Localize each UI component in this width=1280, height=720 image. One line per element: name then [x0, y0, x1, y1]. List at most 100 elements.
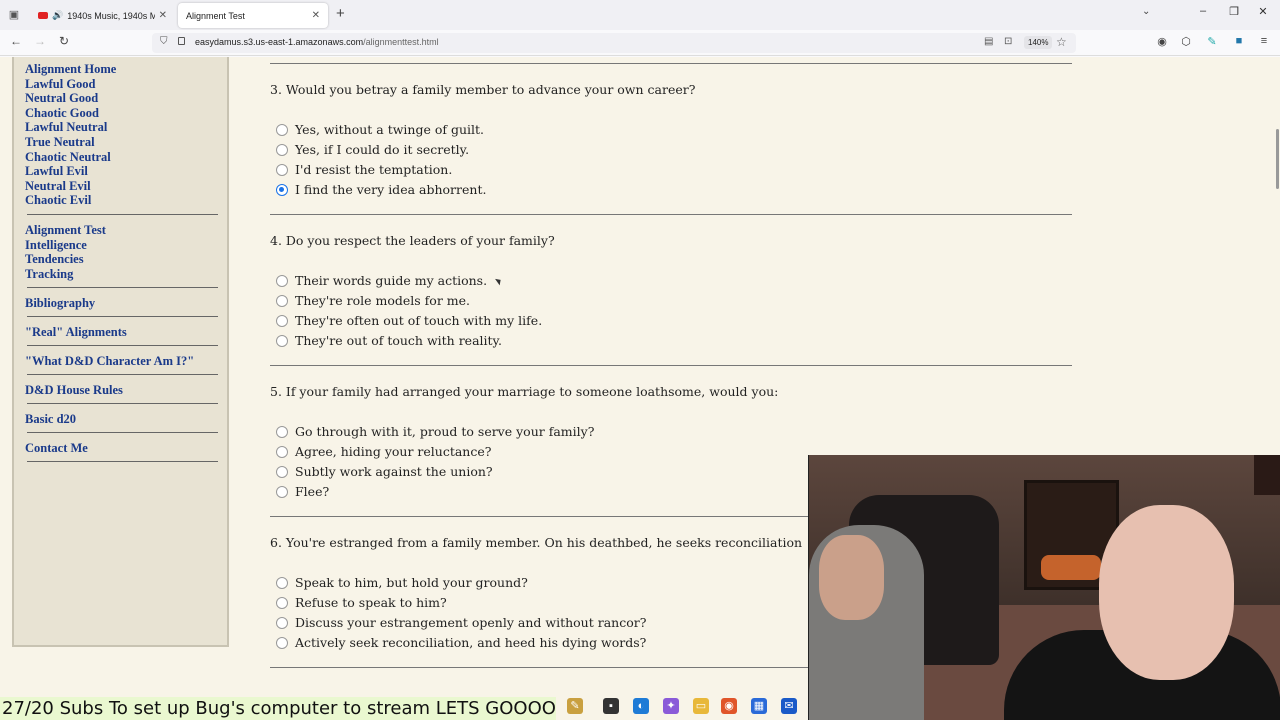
question-5-option-3[interactable]: Subtly work against the union? — [276, 464, 493, 479]
sidebar-item-house-rules[interactable]: D&D House Rules — [25, 383, 217, 398]
radio-button[interactable] — [276, 314, 288, 327]
tab-music[interactable]: 🔊 1940s Music, 1940s Music Hits ✕ — [30, 3, 175, 28]
window-close-icon[interactable]: ✕ — [1253, 5, 1273, 18]
speaker-icon[interactable]: 🔊 — [52, 10, 63, 21]
lock-icon[interactable] — [178, 37, 185, 45]
radio-button[interactable] — [276, 465, 288, 478]
folder-icon[interactable]: ▭ — [693, 698, 709, 714]
minimize-icon[interactable]: – — [1193, 5, 1213, 17]
question-5-option-4[interactable]: Flee? — [276, 484, 329, 499]
sidebar-item-neutral-good[interactable]: Neutral Good — [25, 91, 217, 106]
question-3-option-3[interactable]: I'd resist the temptation. — [276, 162, 452, 177]
question-4-option-2[interactable]: They're role models for me. — [276, 293, 470, 308]
radio-button[interactable] — [276, 143, 288, 156]
tab-alignment-test[interactable]: Alignment Test ✕ — [178, 3, 328, 28]
radio-button[interactable] — [276, 636, 288, 649]
tab-title: Alignment Test — [186, 10, 245, 21]
radio-button[interactable] — [276, 576, 288, 589]
menu-icon[interactable]: ≡ — [1256, 35, 1272, 47]
radio-button[interactable] — [276, 425, 288, 438]
edge-icon[interactable]: ◐ — [633, 698, 649, 714]
question-3-option-1[interactable]: Yes, without a twinge of guilt. — [276, 122, 484, 137]
radio-button[interactable] — [276, 445, 288, 458]
radio-button[interactable] — [276, 485, 288, 498]
sidebar-item-bibliography[interactable]: Bibliography — [25, 296, 217, 311]
firefox-icon[interactable]: ◉ — [721, 698, 737, 714]
sidebar-item-basic-d20[interactable]: Basic d20 — [25, 412, 217, 427]
sidebar-item-alignment-test[interactable]: Alignment Test — [25, 223, 217, 238]
radio-button[interactable] — [276, 163, 288, 176]
app-icon[interactable]: ▪ — [603, 698, 619, 714]
sidebar-item-lawful-evil[interactable]: Lawful Evil — [25, 164, 217, 179]
question-6-option-4[interactable]: Actively seek reconciliation, and heed h… — [276, 635, 646, 650]
radio-button[interactable] — [276, 334, 288, 347]
question-4-option-4[interactable]: They're out of touch with reality. — [276, 333, 502, 348]
question-6-option-1[interactable]: Speak to him, but hold your ground? — [276, 575, 528, 590]
option-label: I find the very idea abhorrent. — [295, 182, 487, 197]
extensions-icon[interactable]: ⬡ — [1178, 35, 1194, 48]
forward-icon[interactable]: → — [32, 34, 48, 48]
sidebar-item-contact-me[interactable]: Contact Me — [25, 441, 217, 456]
sidebar-item-chaotic-evil[interactable]: Chaotic Evil — [25, 193, 217, 208]
radio-button[interactable] — [276, 123, 288, 136]
question-6-option-2[interactable]: Refuse to speak to him? — [276, 595, 447, 610]
option-label: They're role models for me. — [295, 293, 470, 308]
question-4-option-1[interactable]: Their words guide my actions. — [276, 273, 487, 288]
pen-icon[interactable]: ✎ — [567, 698, 583, 714]
account-icon[interactable]: ◉ — [1154, 35, 1170, 48]
sidebar-item-chaotic-neutral[interactable]: Chaotic Neutral — [25, 150, 217, 165]
radio-button[interactable] — [276, 274, 288, 287]
url-bar[interactable]: ⛉ easydamus.s3.us-east-1.amazonaws.com/a… — [152, 33, 1076, 53]
restore-icon[interactable]: ❐ — [1224, 5, 1244, 18]
tab-list-icon[interactable]: ▣ — [6, 7, 22, 23]
question-5-option-1[interactable]: Go through with it, proud to serve your … — [276, 424, 594, 439]
close-icon[interactable]: ✕ — [312, 10, 320, 21]
back-icon[interactable]: ← — [8, 34, 24, 48]
url-text[interactable]: easydamus.s3.us-east-1.amazonaws.com/ali… — [195, 37, 439, 47]
question-5-option-2[interactable]: Agree, hiding your reluctance? — [276, 444, 491, 459]
zoom-level[interactable]: 140% — [1024, 36, 1053, 49]
sidebar-group-contact: Contact Me — [25, 441, 217, 456]
sidebar-item-chaotic-good[interactable]: Chaotic Good — [25, 106, 217, 121]
radio-button[interactable] — [276, 596, 288, 609]
close-icon[interactable]: ✕ — [159, 10, 167, 21]
question-4-option-3[interactable]: They're often out of touch with my life. — [276, 313, 542, 328]
reload-icon[interactable]: ↻ — [56, 34, 72, 48]
sidebar-item-real-alignments[interactable]: "Real" Alignments — [25, 325, 217, 340]
sidebar-divider — [27, 403, 218, 404]
sidebar-item-tracking[interactable]: Tracking — [25, 267, 217, 282]
radio-button-selected[interactable] — [276, 183, 288, 196]
sidebar-item-intelligence[interactable]: Intelligence — [25, 238, 217, 253]
page-scrollbar[interactable] — [1276, 129, 1279, 189]
question-6-option-3[interactable]: Discuss your estrangement openly and wit… — [276, 615, 646, 630]
radio-button[interactable] — [276, 616, 288, 629]
reader-view-icon[interactable]: ▤ — [984, 36, 993, 47]
question-3-option-4[interactable]: I find the very idea abhorrent. — [276, 182, 486, 197]
sidebar-item-alignment-home[interactable]: Alignment Home — [25, 62, 217, 77]
sidebar-item-tendencies[interactable]: Tendencies — [25, 252, 217, 267]
store-icon[interactable]: ▦ — [751, 698, 767, 714]
sidebar-item-lawful-good[interactable]: Lawful Good — [25, 77, 217, 92]
sidebar-item-true-neutral[interactable]: True Neutral — [25, 135, 217, 150]
question-6-text: 6. You're estranged from a family member… — [270, 535, 803, 550]
sidebar-item-lawful-neutral[interactable]: Lawful Neutral — [25, 120, 217, 135]
screenshot-icon[interactable]: ⊡ — [1004, 36, 1012, 47]
extension-badge-icon[interactable]: ■ — [1231, 35, 1247, 47]
sidebar-item-what-character[interactable]: "What D&D Character Am I?" — [25, 354, 217, 369]
sidebar-nav: Alignment Home Lawful Good Neutral Good … — [12, 57, 229, 647]
sidebar-group-d20: Basic d20 — [25, 412, 217, 427]
new-tab-icon[interactable]: + — [336, 6, 345, 22]
tab-title: 1940s Music, 1940s Music Hits — [67, 10, 155, 21]
bookmark-star-icon[interactable]: ☆ — [1056, 35, 1067, 49]
radio-button[interactable] — [276, 294, 288, 307]
translate-icon[interactable]: ✎ — [1204, 35, 1220, 48]
question-3-option-2[interactable]: Yes, if I could do it secretly. — [276, 142, 469, 157]
outlook-icon[interactable]: ✉ — [781, 698, 797, 714]
option-label: Speak to him, but hold your ground? — [295, 575, 528, 590]
chevron-down-icon[interactable]: ⌄ — [1142, 6, 1150, 17]
copilot-icon[interactable]: ✦ — [663, 698, 679, 714]
webcam-overlay — [808, 455, 1280, 720]
shield-icon[interactable]: ⛉ — [160, 36, 168, 47]
sidebar-group-real: "Real" Alignments — [25, 325, 217, 340]
sidebar-item-neutral-evil[interactable]: Neutral Evil — [25, 179, 217, 194]
